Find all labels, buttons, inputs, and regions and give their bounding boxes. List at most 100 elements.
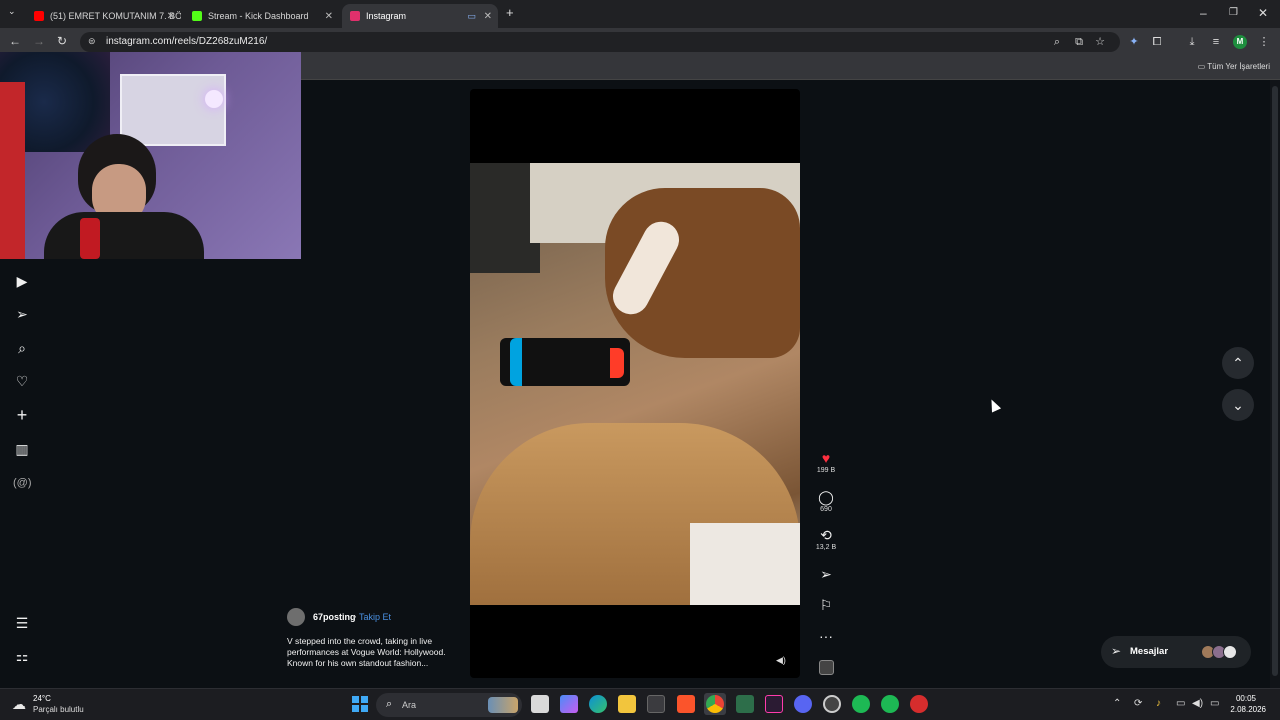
create-plus-icon[interactable]: + <box>13 406 31 424</box>
copilot-icon[interactable] <box>560 695 578 713</box>
microsoft-store-icon[interactable] <box>647 695 665 713</box>
taskbar-search-input[interactable]: ⌕ Ara <box>376 693 522 717</box>
like-button[interactable]: ♥ 199 B <box>812 450 840 474</box>
obs-like-icon[interactable] <box>910 695 928 713</box>
messages-button[interactable]: ➢ Mesajlar <box>1101 636 1251 668</box>
notifications-heart-icon[interactable]: ♡ <box>13 372 31 390</box>
reload-icon[interactable]: ↻ <box>57 34 67 48</box>
address-bar[interactable]: ⊜ instagram.com/reels/DZ268zuM216/ ⌕ ⧉ ☆ <box>80 32 1120 52</box>
repost-button[interactable]: ⟲ 13,2 B <box>812 527 840 551</box>
scrollbar[interactable] <box>1270 80 1280 688</box>
minimize-button[interactable]: – <box>1200 6 1207 20</box>
brave-icon[interactable] <box>677 695 695 713</box>
discord-icon[interactable] <box>794 695 812 713</box>
menu-kebab-icon[interactable]: ⋮ <box>1257 35 1271 49</box>
reel-player[interactable]: ◀) <box>470 89 800 678</box>
close-tab-icon[interactable]: ✕ <box>484 11 492 22</box>
show-hidden-icons-chevron-icon[interactable]: ⌃ <box>1113 698 1121 709</box>
close-tab-icon[interactable]: ✕ <box>325 11 333 22</box>
audio-thumbnail[interactable] <box>812 660 840 675</box>
chevron-up-icon: ⌃ <box>1232 355 1244 371</box>
share-button[interactable]: ➢ <box>812 566 840 582</box>
site-info-icon[interactable]: ⊜ <box>88 36 96 47</box>
tab-title: Instagram <box>366 11 407 21</box>
search-icon[interactable]: ⌕ <box>13 339 31 357</box>
separator-dot: • <box>353 612 357 622</box>
tab-youtube[interactable]: (51) EMRET KOMUTANIM 7. BÖ ✕ <box>26 4 181 28</box>
zoom-icon[interactable]: ⌕ <box>1050 35 1064 49</box>
install-app-icon[interactable]: ⧉ <box>1072 35 1086 49</box>
extension-icon[interactable]: ✦ <box>1127 35 1141 49</box>
username-link[interactable]: 67posting <box>313 612 356 622</box>
next-reel-button[interactable]: ⌄ <box>1222 389 1254 421</box>
network-icon[interactable]: ▭ <box>1176 698 1185 709</box>
weather-condition[interactable]: Parçalı bulutlu <box>33 705 84 714</box>
clock-time[interactable]: 00:05 <box>1236 694 1256 703</box>
temperature[interactable]: 24°C <box>33 694 51 703</box>
profile-avatar[interactable]: M <box>1233 35 1247 49</box>
close-tab-icon[interactable]: ✕ <box>167 11 175 22</box>
tab-kick[interactable]: Stream - Kick Dashboard ✕ <box>184 4 339 28</box>
app-icon[interactable] <box>765 695 783 713</box>
more-menu-icon[interactable]: ☰ <box>13 614 31 632</box>
bed-sheet <box>690 523 800 605</box>
wall-shelf <box>120 74 226 146</box>
caption-text[interactable]: V stepped into the crowd, taking in live… <box>287 636 462 669</box>
media-control-icon[interactable]: ≡ <box>1209 35 1223 49</box>
chrome-icon <box>706 695 724 713</box>
windows-taskbar: ☁ 24°C Parçalı bulutlu ⌕ Ara ⌃ ⟳ ♪ ▭ ◀) … <box>0 688 1280 720</box>
microphone-icon[interactable]: ♪ <box>1156 698 1161 709</box>
audio-toggle-icon[interactable]: ◀) <box>776 655 786 666</box>
spotify-icon-2[interactable] <box>881 695 899 713</box>
clock-date[interactable]: 2.08.2026 <box>1230 705 1266 714</box>
dashboard-icon[interactable]: ▥ <box>13 440 31 458</box>
search-placeholder: Ara <box>402 700 417 710</box>
forward-icon[interactable]: → <box>33 34 45 48</box>
save-button[interactable]: ⚐ <box>812 597 840 613</box>
direct-send-icon[interactable]: ➢ <box>13 305 31 323</box>
weather-cloud-icon[interactable]: ☁ <box>12 696 26 713</box>
tab-instagram[interactable]: Instagram ▭ ✕ <box>342 4 498 28</box>
red-bottle <box>80 218 100 259</box>
repost-icon: ⟲ <box>820 527 832 543</box>
reels-icon[interactable]: ▶ <box>13 272 31 290</box>
excel-like-icon[interactable] <box>736 695 754 713</box>
search-highlight-image <box>488 697 518 713</box>
sync-icon[interactable]: ⟳ <box>1134 698 1142 709</box>
back-icon[interactable]: ← <box>9 34 21 48</box>
battery-icon[interactable]: ▭ <box>1210 698 1219 709</box>
task-view-icon[interactable] <box>531 695 549 713</box>
avatar[interactable] <box>287 608 305 626</box>
edge-icon[interactable] <box>589 695 607 713</box>
chrome-active-bg[interactable] <box>704 693 726 715</box>
lamp-light <box>205 90 223 108</box>
windows-start-icon[interactable] <box>351 695 369 713</box>
joycon-red <box>610 348 624 378</box>
also-from-meta-icon[interactable]: ⚏ <box>13 647 31 665</box>
tab-title: (51) EMRET KOMUTANIM 7. BÖ <box>50 11 181 21</box>
extensions-puzzle-icon[interactable]: ⧠ <box>1150 35 1164 49</box>
send-icon: ➢ <box>820 566 832 582</box>
close-window-button[interactable]: ✕ <box>1258 6 1268 20</box>
scrollbar-thumb[interactable] <box>1272 86 1278 676</box>
more-options-button[interactable]: ··· <box>812 628 840 644</box>
red-chair <box>0 82 25 259</box>
follow-button[interactable]: Takip Et <box>359 612 391 622</box>
file-explorer-icon[interactable] <box>618 695 636 713</box>
steam-icon[interactable] <box>823 695 841 713</box>
volume-icon[interactable]: ◀) <box>1192 698 1203 709</box>
tab-title: Stream - Kick Dashboard <box>208 11 309 21</box>
chevron-down-icon: ⌄ <box>1232 397 1244 413</box>
download-icon[interactable]: ⤓ <box>1185 35 1199 49</box>
comment-button[interactable]: ◯ 690 <box>812 489 840 513</box>
threads-icon[interactable]: (@) <box>13 474 32 492</box>
new-tab-button[interactable]: + <box>506 5 514 20</box>
restore-button[interactable]: ❐ <box>1229 7 1238 18</box>
spotify-icon[interactable] <box>852 695 870 713</box>
previous-reel-button[interactable]: ⌃ <box>1222 347 1254 379</box>
tab-search-icon[interactable]: ⌄ <box>8 6 16 17</box>
reel-video-horse-playing-switch[interactable] <box>470 163 800 605</box>
bookmark-star-icon[interactable]: ☆ <box>1093 35 1107 49</box>
all-bookmarks-button[interactable]: ▭ Tüm Yer İşaretleri <box>1198 62 1270 71</box>
search-icon: ⌕ <box>386 698 393 710</box>
